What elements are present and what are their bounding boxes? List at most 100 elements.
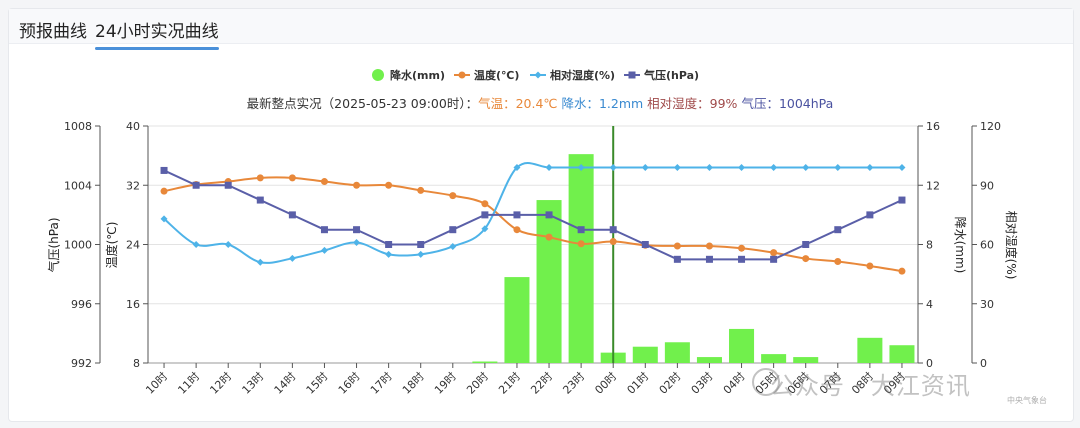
x-tick-label: 20时 (464, 370, 491, 397)
temperature-series-point (449, 192, 457, 200)
watermark-source: 中央气象台 (1007, 396, 1047, 405)
pressure-axis-title: 气压(hPa) (46, 217, 61, 272)
humidity-series-point (288, 254, 296, 262)
pressure-series-point (417, 241, 425, 248)
x-tick-label: 02时 (657, 370, 684, 397)
pressure-series-line (163, 169, 903, 261)
humidity-series-point (385, 250, 393, 258)
humidity-series-point (545, 163, 553, 171)
rain-tick-label: 12 (926, 179, 940, 192)
rain-bar (729, 328, 755, 363)
humidity-series-point (320, 246, 328, 254)
legend-rain-swatch (372, 69, 384, 81)
humidity-series-point (705, 163, 713, 171)
rain-bar (632, 346, 658, 363)
x-tick-label: 19时 (432, 370, 459, 397)
rain-bar (889, 345, 915, 363)
x-tick-label: 11时 (175, 370, 202, 397)
rain-bar (504, 277, 530, 363)
legend-label: 相对湿度(%) (550, 68, 615, 82)
pressure-series-point (609, 226, 617, 234)
x-tick-label: 18时 (400, 370, 427, 397)
temperature-series-point (866, 262, 874, 270)
legend-label: 气压(hPa) (643, 68, 699, 82)
temperature-series-point (288, 174, 296, 182)
pressure-series-point (641, 241, 649, 248)
temperature-series-point (802, 255, 810, 263)
humidity-series-point (224, 241, 232, 248)
weather-chart: 9929961000100410088162432400481216030609… (46, 68, 1019, 397)
x-tick-label: 16时 (336, 370, 363, 397)
temperature-series-point (385, 181, 393, 189)
x-tick-label: 17时 (368, 370, 395, 397)
pressure-tick-label: 1008 (64, 120, 92, 133)
rain-bar (761, 354, 787, 363)
humidity-tick-label: 0 (980, 357, 987, 370)
chart-subtitle: 最新整点实况（2025-05-23 09:00时）：气温：20.4℃ 降水：1.… (247, 96, 834, 111)
temperature-tick-label: 24 (126, 239, 140, 252)
pressure-series-point (160, 166, 168, 174)
humidity-series-point (866, 163, 874, 171)
x-tick-label: 10时 (143, 370, 170, 397)
rain-bar (472, 361, 498, 363)
temperature-series-point (834, 258, 842, 266)
humidity-axis-title: 相对湿度(%) (1004, 211, 1019, 280)
pressure-series-point (224, 181, 232, 189)
x-tick-label: 00时 (592, 370, 619, 397)
x-tick-label: 22时 (528, 370, 555, 397)
temperature-series-point (353, 181, 361, 189)
rain-bar (664, 342, 690, 363)
humidity-tick-label: 120 (980, 120, 1001, 133)
legend-marker (534, 71, 542, 79)
pressure-series-point (449, 226, 457, 234)
pressure-tick-label: 996 (71, 298, 92, 311)
pressure-series-point (577, 226, 585, 234)
pressure-tick-label: 1004 (64, 179, 92, 192)
subtitle-part: 最新整点实况（2025-05-23 09:00时）： (247, 96, 478, 111)
humidity-tick-label: 60 (980, 239, 994, 252)
pressure-series-point (834, 226, 842, 234)
temperature-series-point (738, 244, 746, 252)
temperature-series-point (256, 174, 264, 182)
pressure-series-point (705, 255, 713, 263)
temperature-axis-title: 温度(℃) (104, 222, 119, 269)
rain-bar (568, 154, 594, 363)
humidity-series-point (417, 250, 425, 258)
pressure-series-point (738, 255, 746, 263)
rain-axis-title: 降水(mm) (953, 217, 967, 274)
subtitle-part: 降水：1.2mm (561, 96, 643, 111)
pressure-series-point (353, 226, 361, 234)
x-tick-label: 03时 (689, 370, 716, 397)
temperature-series-point (417, 186, 425, 194)
rain-tick-label: 8 (926, 239, 933, 252)
temperature-series-line (163, 176, 903, 273)
temperature-tick-label: 40 (126, 120, 140, 133)
temperature-series-point (320, 178, 328, 186)
watermark-text: 公众号 · 大江资讯 (770, 372, 971, 400)
pressure-tick-label: 992 (71, 357, 92, 370)
temperature-series-point (770, 249, 778, 257)
humidity-series-point (802, 163, 810, 171)
rain-bar (536, 200, 562, 363)
legend-marker (628, 71, 636, 79)
pressure-series-point (770, 255, 778, 263)
pressure-series-point (802, 241, 810, 248)
pressure-series-point (192, 181, 200, 189)
pressure-series-point (513, 211, 521, 219)
humidity-series-point (609, 163, 617, 171)
temperature-series-point (160, 187, 168, 195)
temperature-series-point (481, 200, 489, 208)
temperature-series-point (513, 226, 521, 234)
temperature-tick-label: 16 (126, 298, 140, 311)
legend-label: 温度(℃) (474, 68, 519, 82)
temperature-series-point (705, 242, 713, 250)
pressure-series-point (288, 211, 296, 219)
humidity-tick-label: 90 (980, 179, 994, 192)
rain-bar (857, 337, 883, 363)
humidity-series-point (192, 241, 200, 248)
temperature-series-point (545, 233, 553, 241)
subtitle-part: 相对湿度：99% (647, 96, 737, 111)
pressure-series-point (898, 196, 906, 204)
legend-label: 降水(mm) (390, 68, 445, 82)
temperature-series-point (673, 242, 681, 250)
